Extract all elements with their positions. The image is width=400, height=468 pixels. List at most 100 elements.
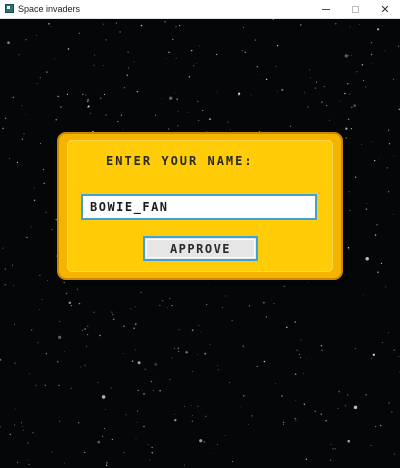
star	[379, 424, 382, 427]
star	[304, 91, 305, 93]
star	[191, 414, 193, 416]
star	[112, 318, 115, 321]
star	[243, 395, 245, 397]
star	[248, 305, 251, 307]
star	[350, 127, 353, 130]
star	[123, 353, 124, 355]
close-button[interactable]: ✕	[370, 0, 400, 18]
star	[386, 167, 388, 169]
star	[177, 347, 180, 350]
star	[133, 327, 135, 329]
star	[101, 395, 106, 399]
star	[81, 329, 83, 331]
star	[173, 347, 175, 349]
approve-button[interactable]: APPROVE	[143, 236, 258, 261]
star	[387, 129, 390, 131]
star	[174, 419, 177, 422]
star	[294, 373, 297, 375]
maximize-icon	[351, 5, 359, 13]
star	[371, 62, 373, 64]
star	[30, 226, 32, 228]
star	[251, 415, 253, 417]
star	[237, 92, 241, 95]
star	[377, 28, 380, 31]
player-name-input[interactable]	[81, 194, 317, 220]
star	[130, 308, 132, 310]
star	[28, 464, 30, 466]
star	[159, 304, 161, 306]
star	[365, 257, 369, 261]
star	[256, 365, 258, 368]
star	[351, 54, 353, 56]
star	[105, 464, 108, 466]
star	[7, 41, 10, 44]
star	[88, 105, 90, 107]
star	[4, 268, 6, 270]
star	[85, 94, 87, 96]
star	[135, 323, 137, 325]
star	[50, 26, 52, 27]
star	[364, 86, 367, 88]
star	[197, 100, 199, 103]
star	[344, 92, 346, 95]
star	[193, 65, 195, 67]
star	[221, 306, 223, 308]
star	[166, 307, 168, 309]
star	[294, 417, 296, 420]
star	[36, 83, 38, 85]
star	[224, 435, 226, 436]
star	[80, 366, 82, 368]
star	[0, 358, 2, 361]
star	[216, 53, 218, 56]
star	[356, 71, 358, 73]
star	[168, 96, 173, 100]
star	[23, 133, 25, 135]
star	[392, 78, 395, 80]
star	[13, 285, 14, 286]
star	[123, 87, 125, 89]
star	[358, 24, 360, 26]
star	[102, 435, 104, 437]
star	[125, 414, 127, 416]
star	[349, 26, 351, 28]
star	[0, 426, 1, 428]
star	[135, 438, 137, 440]
star	[283, 424, 284, 425]
maximize-button[interactable]	[340, 0, 370, 18]
star	[134, 349, 136, 351]
star	[347, 118, 350, 121]
star	[151, 446, 153, 448]
star	[123, 325, 125, 327]
star	[286, 326, 288, 329]
star	[295, 399, 296, 401]
star	[391, 411, 393, 413]
star	[263, 302, 265, 304]
star	[65, 292, 68, 295]
star	[120, 326, 122, 328]
star	[165, 58, 167, 59]
star	[22, 429, 24, 431]
star	[11, 97, 13, 98]
star	[227, 121, 229, 123]
star	[42, 168, 45, 171]
star	[347, 439, 350, 443]
window-title-bar: Space invaders ✕	[0, 0, 400, 19]
star	[18, 54, 20, 56]
star	[197, 353, 199, 355]
star	[339, 100, 341, 102]
star	[171, 357, 173, 359]
star	[153, 390, 154, 392]
star	[143, 425, 145, 428]
star	[140, 24, 143, 27]
star	[169, 378, 171, 381]
star	[300, 24, 302, 26]
minimize-button[interactable]	[311, 0, 341, 18]
star	[58, 320, 61, 323]
star	[188, 75, 191, 78]
star	[131, 360, 134, 362]
star	[104, 428, 105, 429]
star	[162, 300, 164, 302]
star	[97, 381, 99, 383]
star	[325, 419, 327, 422]
approve-button-label: APPROVE	[169, 241, 232, 256]
